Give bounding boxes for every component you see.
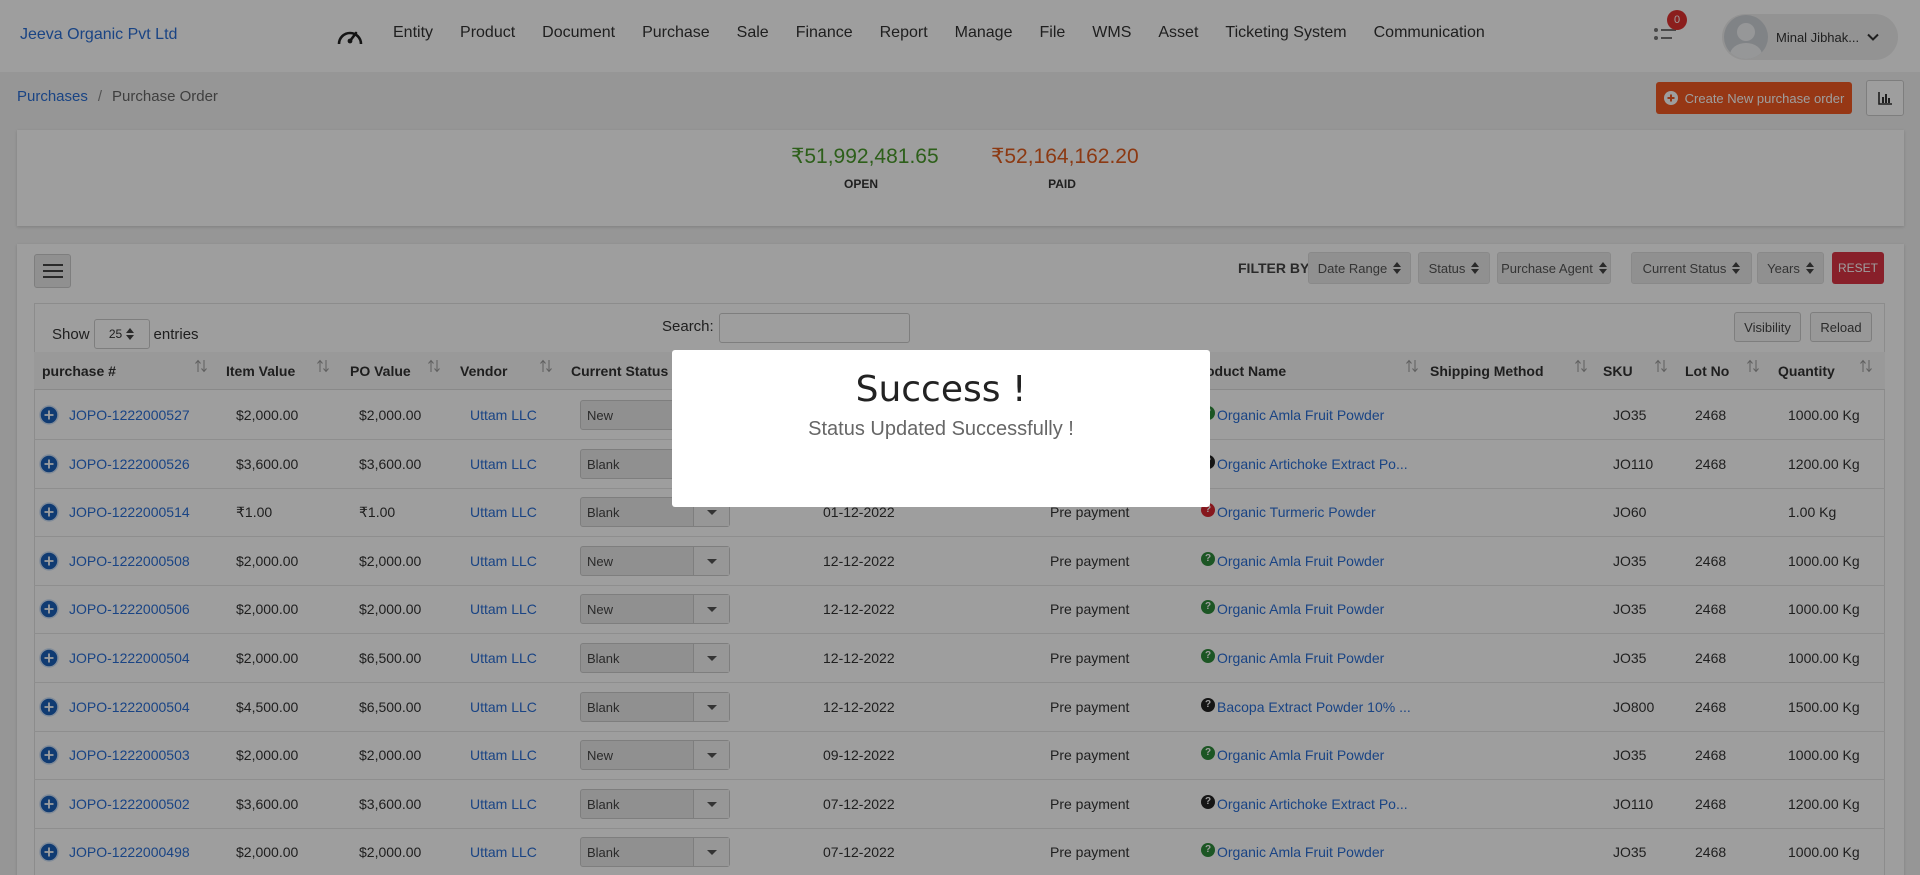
success-message: Status Updated Successfully ! xyxy=(808,418,1074,440)
success-title: Success ! xyxy=(855,369,1027,410)
success-dialog: Success ! Status Updated Successfully ! xyxy=(672,350,1210,507)
